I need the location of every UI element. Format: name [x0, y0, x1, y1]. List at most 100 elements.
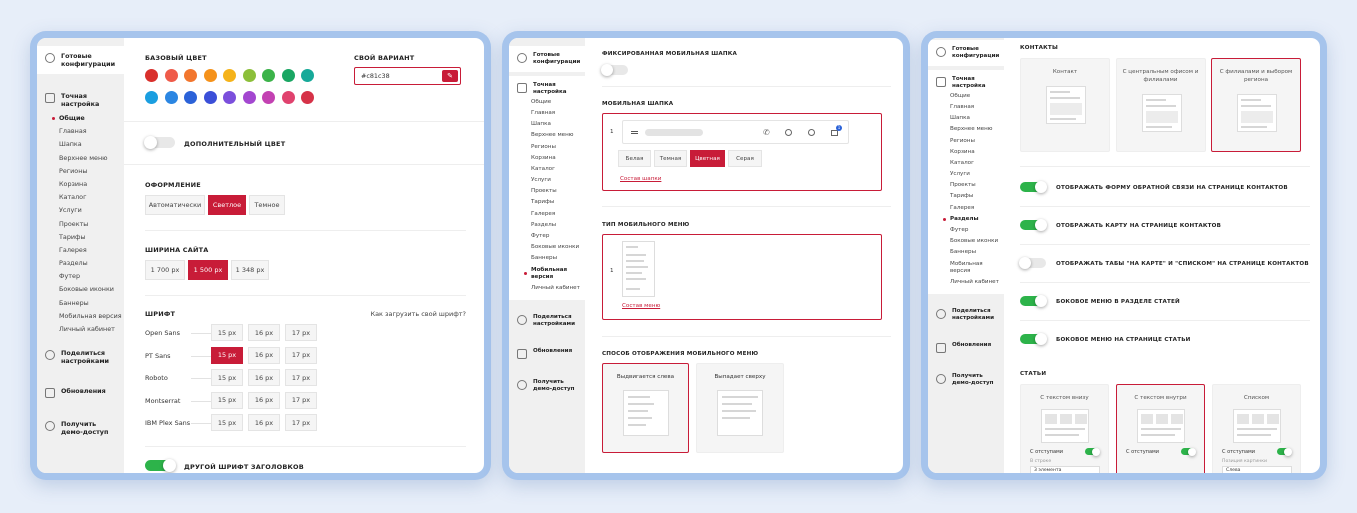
sidebar-subitem[interactable]: Услуги — [59, 206, 124, 214]
setting-toggle[interactable] — [1020, 181, 1047, 193]
sidebar-subitem[interactable]: Тарифы — [531, 199, 585, 206]
sidebar-subitem[interactable]: Верхнее меню — [59, 154, 124, 162]
sidebar-subitem[interactable]: Общие — [531, 99, 585, 106]
sidebar-subitem[interactable]: Футер — [531, 233, 585, 240]
img-pos-select[interactable]: Слева — [1222, 466, 1292, 473]
sidebar-subitem[interactable]: Верхнее меню — [950, 126, 1004, 133]
sidebar-subitem[interactable]: Футер — [59, 272, 124, 280]
other-font-toggle[interactable] — [145, 459, 176, 472]
sidebar-subitem[interactable]: Мобильная версия — [950, 261, 1004, 275]
sidebar-subitem[interactable]: Баннеры — [531, 255, 585, 262]
sidebar-subitem[interactable]: Мобильная версия — [59, 312, 124, 320]
color-swatch[interactable] — [301, 91, 314, 104]
font-size-button[interactable]: 15 px — [211, 346, 243, 364]
font-size-button[interactable]: 17 px — [285, 324, 317, 341]
sidebar-subitem[interactable]: Каталог — [59, 193, 124, 201]
font-help-link[interactable]: Как загрузить свой шрифт? — [370, 310, 466, 318]
font-size-button[interactable]: 16 px — [248, 391, 280, 409]
article-card[interactable]: С текстом внизу С отступами В строке 3 элем… — [1020, 384, 1109, 473]
sidebar-subitem[interactable]: Тарифы — [59, 233, 124, 241]
color-swatch[interactable] — [184, 91, 197, 104]
sidebar-updates[interactable]: Обновления — [509, 342, 585, 365]
width-option-button[interactable]: 1 348 px — [231, 260, 269, 280]
padding-toggle[interactable] — [1277, 447, 1292, 456]
sidebar-subitem[interactable]: Каталог — [950, 160, 1004, 167]
font-size-button[interactable]: 17 px — [285, 369, 317, 386]
font-size-button[interactable]: 15 px — [211, 414, 243, 431]
header-composition-link[interactable]: Состав шапки — [620, 176, 661, 182]
sidebar-subitem[interactable]: Главная — [531, 110, 585, 117]
sidebar-demo[interactable]: Получить демо-доступ — [928, 367, 1004, 393]
color-swatch[interactable] — [262, 91, 275, 104]
design-option-button[interactable]: Автоматически — [145, 195, 205, 215]
sidebar-share[interactable]: Поделиться настройками — [509, 308, 585, 334]
sidebar-demo[interactable]: Получить демо-доступ — [509, 373, 585, 399]
sidebar-subitem[interactable]: Главная — [950, 104, 1004, 111]
color-swatch[interactable] — [164, 69, 178, 82]
sidebar-subitem[interactable]: Проекты — [950, 182, 1004, 189]
setting-toggle[interactable] — [1019, 257, 1046, 269]
padding-toggle[interactable] — [1181, 447, 1196, 456]
sidebar-subitem[interactable]: Личный кабинет — [59, 325, 124, 333]
sidebar-subitem[interactable]: Корзина — [59, 180, 124, 188]
sidebar-subitem[interactable]: Баннеры — [59, 299, 124, 307]
sidebar-ready-configs[interactable]: Готовые конфигурации — [37, 46, 127, 74]
sidebar-subitem[interactable]: Галерея — [950, 205, 1004, 212]
font-size-button[interactable]: 15 px — [211, 369, 243, 386]
sidebar-ready-configs[interactable]: Готовые конфигурации — [509, 46, 585, 72]
sidebar-subitem[interactable]: Шапка — [59, 140, 124, 148]
sidebar-share[interactable]: Поделиться настройками — [37, 343, 124, 371]
color-swatch[interactable] — [281, 91, 295, 104]
color-swatch[interactable] — [145, 91, 158, 104]
sidebar-subitem[interactable]: Боковые иконки — [531, 244, 585, 251]
sidebar-subitem[interactable]: Баннеры — [950, 249, 1004, 256]
sidebar-subitem[interactable]: Услуги — [950, 171, 1004, 178]
font-size-button[interactable]: 15 px — [211, 391, 243, 409]
sidebar-subitem[interactable]: Боковые иконки — [950, 238, 1004, 245]
width-option-button[interactable]: 1 500 px — [188, 260, 228, 280]
setting-toggle[interactable] — [1020, 219, 1047, 231]
sidebar-subitem[interactable]: Каталог — [531, 166, 585, 173]
sidebar-subitem[interactable]: Главная — [59, 127, 124, 135]
color-swatch[interactable] — [281, 69, 295, 82]
sidebar-subitem[interactable]: Разделы — [59, 259, 124, 267]
contact-card[interactable]: С центральным офисом и филиалами — [1115, 58, 1206, 152]
sidebar-subitem[interactable]: Личный кабинет — [950, 279, 1004, 286]
sidebar-subitem[interactable]: Проекты — [59, 220, 124, 228]
color-swatch[interactable] — [184, 69, 197, 82]
sidebar-subitem[interactable]: Боковые иконки — [59, 285, 124, 293]
font-size-button[interactable]: 17 px — [285, 391, 317, 409]
color-swatch[interactable] — [301, 69, 314, 82]
font-size-button[interactable]: 15 px — [211, 324, 243, 341]
sidebar-subitem[interactable]: Разделы — [943, 216, 1004, 223]
font-size-button[interactable]: 16 px — [248, 414, 280, 431]
sidebar-subitem[interactable]: Шапка — [531, 121, 585, 128]
sidebar-subitem[interactable]: Галерея — [531, 211, 585, 218]
font-size-button[interactable]: 16 px — [248, 346, 280, 364]
font-size-button[interactable]: 17 px — [285, 414, 317, 431]
font-size-button[interactable]: 16 px — [248, 369, 280, 386]
sidebar-updates[interactable]: Обновления — [37, 381, 124, 404]
color-swatch[interactable] — [242, 69, 256, 82]
fixed-header-toggle[interactable] — [601, 64, 628, 76]
sidebar-subitem[interactable]: Общие — [52, 114, 124, 122]
in-row-select[interactable]: 3 элемента — [1030, 466, 1100, 473]
sidebar-subitem[interactable]: Регионы — [950, 138, 1004, 145]
contact-card[interactable]: С филиалами и выбором региона — [1211, 58, 1301, 152]
sidebar-subitem[interactable]: Регионы — [59, 167, 124, 175]
color-swatch[interactable] — [242, 91, 256, 104]
sidebar-subitem[interactable]: Верхнее меню — [531, 132, 585, 139]
sidebar-ready-configs[interactable]: Готовые конфигурации — [928, 40, 1004, 66]
sidebar-subitem[interactable]: Общие — [950, 93, 1004, 100]
sidebar-subitem[interactable]: Мобильная версия — [524, 267, 585, 281]
color-swatch[interactable] — [223, 69, 236, 82]
font-size-button[interactable]: 17 px — [285, 346, 317, 364]
hex-input[interactable]: #c81c38 ✎ — [354, 67, 461, 85]
sidebar-subitem[interactable]: Личный кабинет — [531, 285, 585, 292]
color-swatch[interactable] — [203, 91, 217, 104]
sidebar-subitem[interactable]: Галерея — [59, 246, 124, 254]
setting-toggle[interactable] — [1020, 333, 1047, 345]
sidebar-subitem[interactable]: Проекты — [531, 188, 585, 195]
sidebar-fine-tune[interactable]: Точная настройка — [509, 75, 585, 99]
width-option-button[interactable]: 1 700 px — [145, 260, 185, 280]
